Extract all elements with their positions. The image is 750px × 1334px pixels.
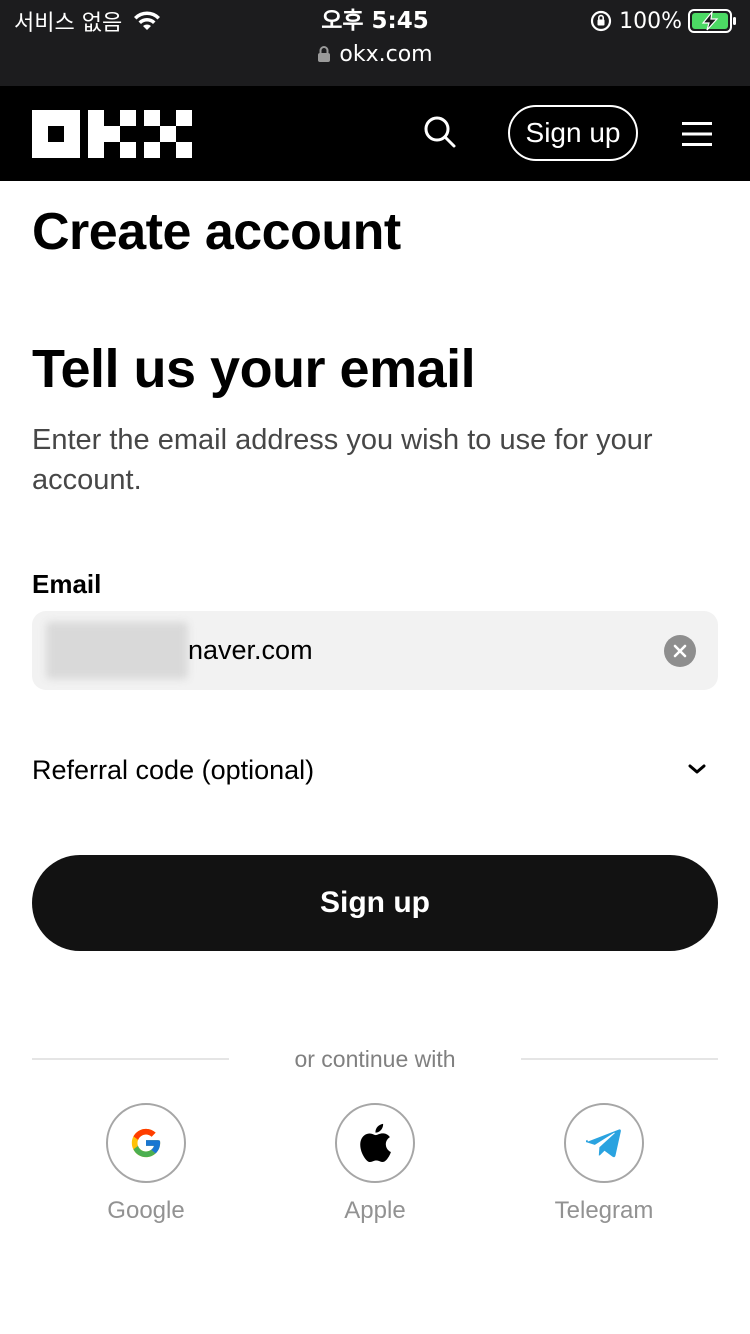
url-text: okx.com (339, 42, 433, 67)
google-icon (131, 1128, 161, 1158)
section-description: Enter the email address you wish to use … (32, 424, 653, 496)
apple-label: Apple (344, 1197, 406, 1224)
okx-logo[interactable] (32, 110, 192, 158)
signup-button[interactable]: Sign up (32, 855, 718, 951)
status-right: 100% (589, 6, 738, 36)
page-title: Create account (32, 203, 401, 261)
app-header: Sign up (0, 86, 750, 181)
telegram-login-button[interactable]: Telegram (524, 1103, 684, 1227)
google-label: Google (107, 1197, 185, 1224)
apple-login-button[interactable]: Apple (295, 1103, 455, 1227)
divider-right (521, 1058, 718, 1060)
telegram-icon (586, 1129, 621, 1158)
google-icon-circle (106, 1103, 186, 1183)
status-bar: 서비스 없음 오후 5:45 100% okx.com (0, 0, 750, 86)
section-heading: Tell us your email (32, 339, 476, 399)
email-value: naver.com (188, 635, 313, 665)
lock-icon (318, 46, 331, 62)
apple-icon-circle (335, 1103, 415, 1183)
battery-percent: 100% (619, 8, 682, 34)
google-login-button[interactable]: Google (66, 1103, 226, 1227)
referral-label: Referral code (optional) (32, 755, 315, 785)
search-icon[interactable] (422, 114, 458, 150)
email-input[interactable]: naver.com (32, 611, 718, 690)
email-redacted-blur (46, 622, 188, 679)
referral-code-toggle[interactable]: Referral code (optional) (32, 738, 718, 802)
telegram-label: Telegram (554, 1197, 654, 1224)
apple-icon (360, 1123, 391, 1163)
url-bar[interactable]: okx.com (0, 40, 750, 70)
telegram-icon-circle (564, 1103, 644, 1183)
email-label: Email (32, 569, 102, 599)
hamburger-menu-icon[interactable] (682, 120, 712, 148)
battery-charging-icon (688, 9, 736, 33)
orientation-lock-icon (590, 10, 612, 32)
clear-icon[interactable] (664, 635, 696, 667)
chevron-down-icon (688, 764, 706, 774)
header-signup-button[interactable]: Sign up (508, 105, 638, 161)
